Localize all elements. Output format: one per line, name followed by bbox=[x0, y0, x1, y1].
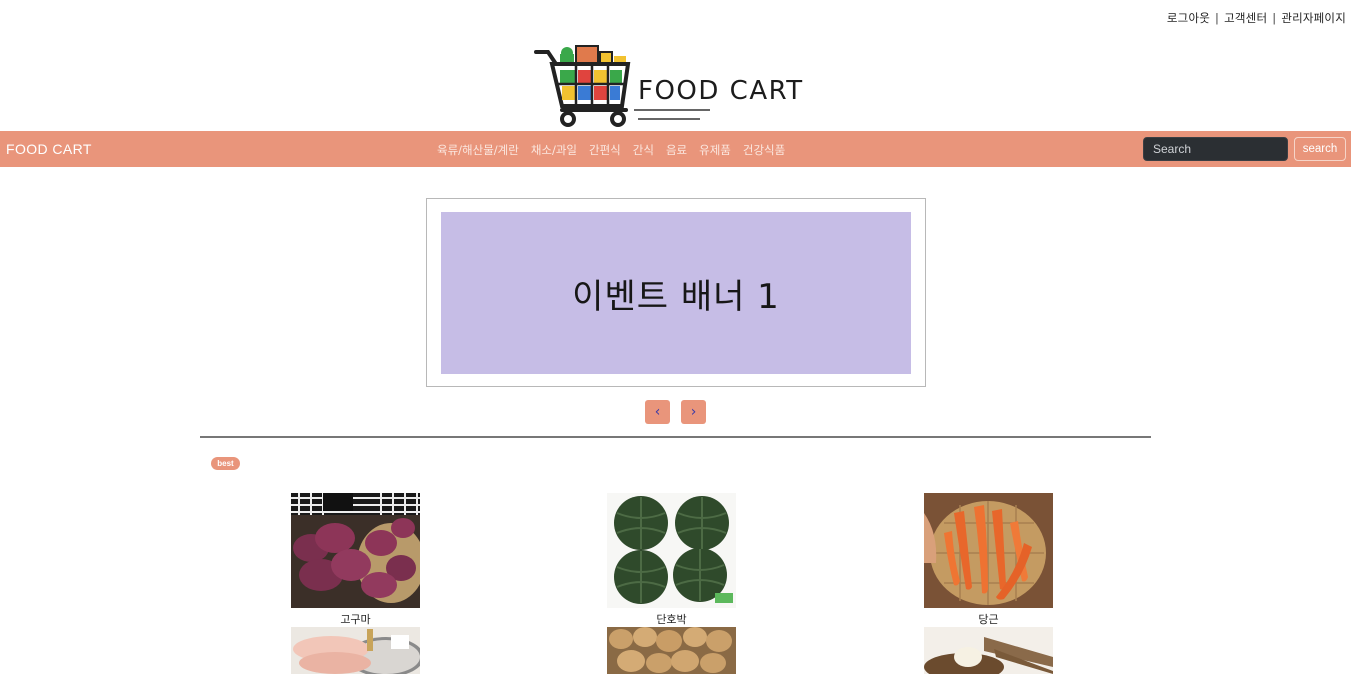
event-banner-title: 이벤트 배너 1 bbox=[572, 276, 780, 317]
nav-item-dairy[interactable]: 유제품 bbox=[699, 142, 731, 158]
link-separator: | bbox=[1215, 11, 1220, 25]
product-name: 단호박 bbox=[656, 613, 687, 626]
search-input[interactable] bbox=[1143, 137, 1288, 161]
event-banner-slide[interactable]: 이벤트 배너 1 bbox=[441, 212, 911, 374]
kabocha-image bbox=[607, 493, 736, 608]
main-navbar: FOOD CART 육류/해산물/계란 채소/과일 간편식 간식 음료 유제품 … bbox=[0, 131, 1351, 167]
nav-item-meat-seafood-eggs[interactable]: 육류/해산물/계란 bbox=[437, 142, 519, 158]
product-card[interactable]: 단호박 bbox=[607, 493, 736, 627]
event-banner-carousel: 이벤트 배너 1 bbox=[426, 198, 926, 387]
admin-page-link[interactable]: 관리자페이지 bbox=[1281, 11, 1346, 25]
category-menu: 육류/해산물/계란 채소/과일 간편식 간식 음료 유제품 건강식품 bbox=[437, 142, 797, 158]
nav-item-vegetables-fruits[interactable]: 채소/과일 bbox=[531, 142, 577, 158]
navbar-brand[interactable]: FOOD CART bbox=[6, 141, 92, 157]
carousel-next-button[interactable]: › bbox=[681, 400, 706, 424]
logout-link[interactable]: 로그아웃 bbox=[1167, 11, 1210, 25]
shopping-cart-logo-icon: FOOD CART bbox=[534, 45, 804, 127]
yam-image bbox=[924, 627, 1053, 674]
product-card[interactable] bbox=[607, 627, 736, 674]
top-utility-links: 로그아웃 | 고객센터 | 관리자페이지 bbox=[1167, 10, 1346, 26]
customer-center-link[interactable]: 고객센터 bbox=[1224, 11, 1267, 25]
product-card[interactable]: 당근 bbox=[924, 493, 1053, 627]
carousel-prev-button[interactable]: ‹ bbox=[645, 400, 670, 424]
carrot-image bbox=[924, 493, 1053, 608]
best-badge: best bbox=[211, 457, 240, 470]
product-card[interactable] bbox=[291, 627, 420, 674]
potato-image bbox=[607, 627, 736, 674]
site-logo[interactable]: FOOD CART bbox=[534, 44, 814, 128]
chicken-breast-image bbox=[291, 627, 420, 674]
nav-item-convenience-food[interactable]: 간편식 bbox=[589, 142, 621, 158]
nav-item-beverages[interactable]: 음료 bbox=[666, 142, 687, 158]
product-card[interactable]: 고구마 bbox=[291, 493, 420, 627]
product-name: 고구마 bbox=[340, 613, 371, 626]
product-card[interactable] bbox=[924, 627, 1053, 674]
logo-text: FOOD CART bbox=[638, 76, 804, 106]
link-separator: | bbox=[1272, 11, 1277, 25]
nav-item-snacks[interactable]: 간식 bbox=[633, 142, 654, 158]
product-name: 당근 bbox=[978, 613, 999, 626]
section-divider bbox=[200, 436, 1151, 438]
search-button[interactable]: search bbox=[1294, 137, 1346, 161]
nav-item-health-food[interactable]: 건강식품 bbox=[743, 142, 785, 158]
sweet-potato-image bbox=[291, 493, 420, 608]
